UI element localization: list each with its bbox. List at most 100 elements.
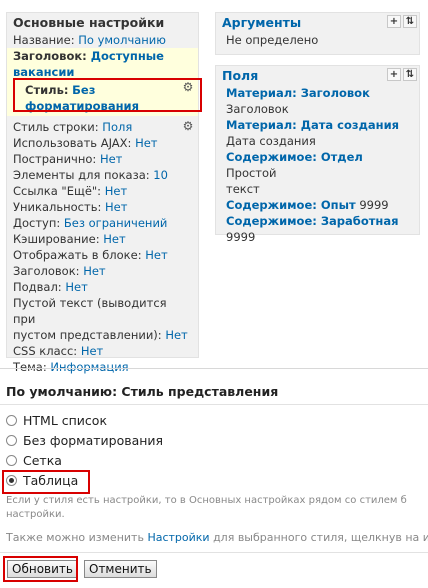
access-label: Доступ: [13, 216, 61, 230]
css-link[interactable]: Нет [81, 344, 103, 358]
also-text: Также можно изменить Настройки для выбра… [6, 531, 428, 544]
style-form-title-line [0, 404, 428, 405]
style-row: Стиль: Без форматирования ⚙ [7, 80, 198, 116]
cache-label: Кэширование: [13, 232, 100, 246]
radio-button[interactable] [6, 415, 17, 426]
arguments-sort-icon[interactable]: ⇅ [403, 15, 417, 28]
row-style-gear-icon[interactable]: ⚙ [181, 119, 195, 133]
style-link-1[interactable]: Без [72, 83, 95, 97]
theme-label: Тема: [13, 360, 47, 374]
arguments-panel: Аргументы + ⇅ Не определено [215, 12, 420, 55]
access-row: Доступ: Без ограничений [7, 215, 198, 231]
update-button[interactable]: Обновить [7, 560, 78, 578]
row-style-link[interactable]: Поля [102, 120, 132, 134]
more-link-row: Ссылка "Ещё": Нет [7, 183, 198, 199]
more-label: Ссылка "Ещё": [13, 184, 102, 198]
fields-add-icon[interactable]: + [387, 68, 401, 81]
radio-label: Без форматирования [23, 433, 164, 448]
items-label: Элементы для показа: [13, 168, 150, 182]
block-label: Отображать в блоке: [13, 248, 142, 262]
ajax-link[interactable]: Нет [135, 136, 157, 150]
field-link[interactable]: Содержимое: Заработная [226, 214, 398, 228]
css-label: CSS класс: [13, 344, 78, 358]
head-link[interactable]: Нет [83, 264, 105, 278]
header-label: Заголовок: [13, 49, 87, 63]
radio-button[interactable] [6, 455, 17, 466]
empty-label-1: Пустой текст (выводится при [13, 296, 167, 326]
footer-row: Подвал: Нет [7, 279, 198, 295]
block-link[interactable]: Нет [145, 248, 167, 262]
radio-button[interactable] [6, 435, 17, 446]
head-label: Заголовок: [13, 264, 80, 278]
more-link[interactable]: Нет [105, 184, 127, 198]
field-item: Материал: Дата создания Дата создания [216, 117, 419, 149]
field-link[interactable]: Материал: Заголовок [226, 86, 370, 100]
block-row: Отображать в блоке: Нет [7, 247, 198, 263]
also-text-1: Также можно изменить [6, 531, 144, 544]
help-text: Если у стиля есть настройки, то в Основн… [6, 494, 428, 522]
radio-table[interactable]: Таблица [6, 472, 78, 490]
field-item: Содержимое: Заработная 9999 [216, 213, 419, 245]
paged-link[interactable]: Нет [100, 152, 122, 166]
ajax-row: Использовать AJAX: Нет [7, 135, 198, 151]
radio-grid[interactable]: Сетка [6, 452, 62, 470]
name-link[interactable]: По умолчанию [78, 33, 166, 47]
cache-row: Кэширование: Нет [7, 231, 198, 247]
field-link[interactable]: Содержимое: Опыт [226, 198, 356, 212]
style-form-divider [0, 368, 428, 369]
basic-settings-panel: Основные настройки Название: По умолчани… [6, 12, 199, 374]
radio-button-checked[interactable] [6, 475, 17, 486]
items-row: Элементы для показа: 10 [7, 167, 198, 183]
access-link[interactable]: Без ограничений [64, 216, 168, 230]
fields-sort-icon[interactable]: ⇅ [403, 68, 417, 81]
field-type: 9999 [226, 230, 256, 244]
field-type-cont: текст [226, 182, 260, 196]
radio-html-list[interactable]: HTML список [6, 412, 107, 430]
items-link[interactable]: 10 [153, 168, 168, 182]
radio-unformatted[interactable]: Без форматирования [6, 432, 163, 450]
help-text-1: Если у стиля есть настройки, то в Основн… [6, 495, 407, 506]
paged-row: Постранично: Нет [7, 151, 198, 167]
field-type: Простой [226, 166, 277, 180]
header-row: Заголовок: Доступные вакансии [7, 48, 198, 80]
fields-panel: Поля + ⇅ Материал: Заголовок Заголовок М… [215, 65, 420, 244]
field-type: Заголовок [226, 102, 289, 116]
cache-link[interactable]: Нет [103, 232, 125, 246]
field-type: 9999 [359, 198, 389, 212]
field-item: Материал: Заголовок Заголовок [216, 85, 419, 117]
name-row: Название: По умолчанию [7, 32, 198, 48]
buttons-divider [0, 552, 428, 553]
help-text-2: настройки. [6, 509, 65, 520]
distinct-link[interactable]: Нет [105, 200, 127, 214]
empty-link[interactable]: Нет [165, 328, 187, 342]
header-link-2[interactable]: вакансии [13, 65, 74, 79]
arguments-add-icon[interactable]: + [387, 15, 401, 28]
theme-link[interactable]: Информация [50, 360, 128, 374]
header-link-1[interactable]: Доступные [91, 49, 164, 63]
ajax-label: Использовать AJAX: [13, 136, 132, 150]
theme-row: Тема: Информация [7, 359, 198, 375]
style-label: Стиль: [25, 83, 69, 97]
empty-label-2: пустом представлении): [13, 328, 162, 342]
arguments-value: Не определено [226, 33, 319, 47]
distinct-label: Уникальность: [13, 200, 102, 214]
field-item: Содержимое: Опыт 9999 [216, 197, 419, 213]
distinct-row: Уникальность: Нет [7, 199, 198, 215]
settings-link[interactable]: Настройки [147, 531, 209, 544]
radio-label: Сетка [23, 453, 62, 468]
cancel-button[interactable]: Отменить [84, 560, 157, 578]
row-style-label: Стиль строки: [13, 120, 99, 134]
footer-label: Подвал: [13, 280, 62, 294]
name-label: Название: [13, 33, 75, 47]
head-row: Заголовок: Нет [7, 263, 198, 279]
field-link[interactable]: Содержимое: Отдел [226, 150, 363, 164]
row-style-row: Стиль строки: Поля ⚙ [7, 119, 198, 135]
basic-settings-title: Основные настройки [13, 15, 165, 30]
style-gear-icon[interactable]: ⚙ [181, 80, 195, 94]
also-text-2: для выбранного стиля, щелкнув на и [213, 531, 428, 544]
paged-label: Постранично: [13, 152, 97, 166]
footer-link[interactable]: Нет [65, 280, 87, 294]
field-link[interactable]: Материал: Дата создания [226, 118, 399, 132]
field-type: Дата создания [226, 134, 316, 148]
style-link-2[interactable]: форматирования [25, 99, 139, 113]
